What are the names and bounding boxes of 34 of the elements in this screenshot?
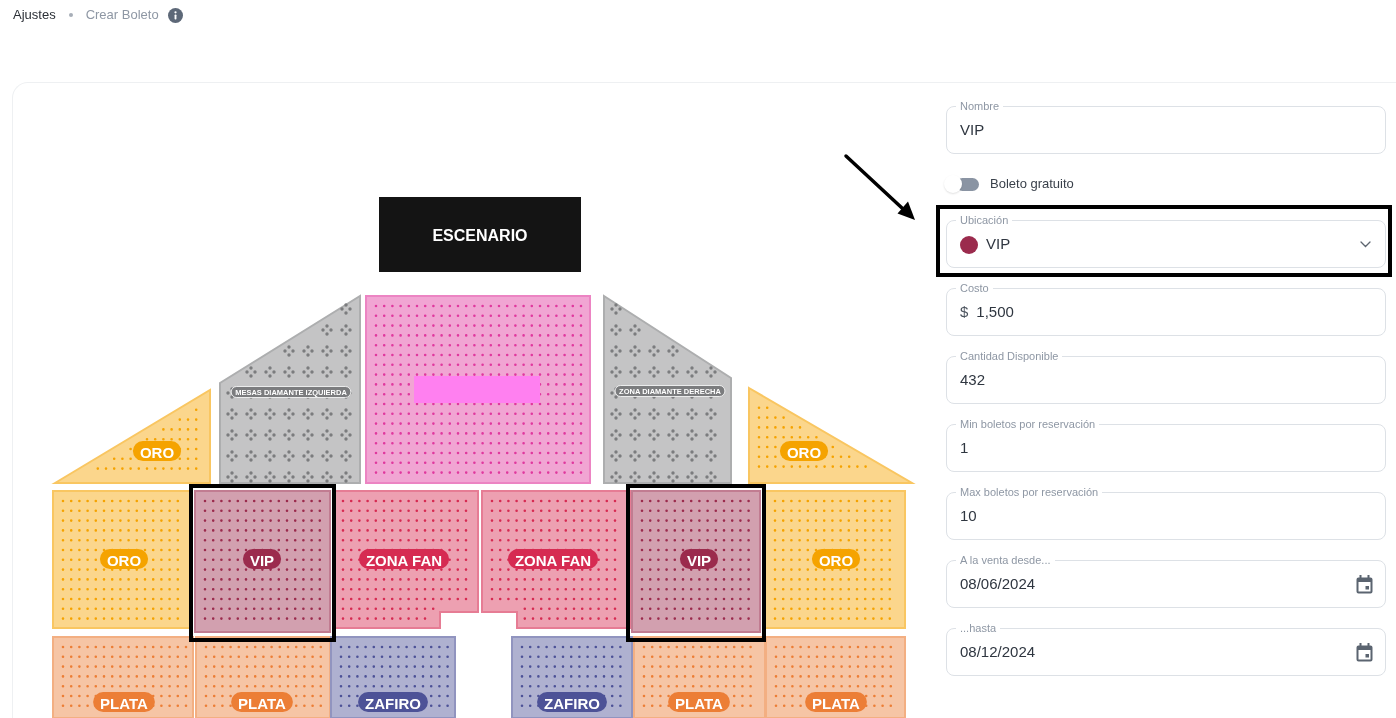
price-field[interactable]: Costo $ 1,500: [946, 282, 1386, 336]
info-icon[interactable]: [167, 7, 183, 23]
field-label: Max boletos por reservación: [959, 486, 1100, 498]
section-label: PLATA: [668, 692, 730, 712]
text-field[interactable]: Max boletos por reservación 10: [946, 486, 1386, 540]
select-field[interactable]: Ubicación VIP: [946, 214, 1386, 268]
stage: ESCENARIO: [379, 197, 581, 272]
calendar-icon[interactable]: [1356, 643, 1373, 662]
section-label: ZAFIRO: [358, 692, 428, 712]
field-label: Ubicación: [959, 214, 1010, 226]
text-field[interactable]: Nombre VIP: [946, 100, 1386, 154]
field-label: ...hasta: [959, 622, 998, 634]
date-field[interactable]: A la venta desde... 08/06/2024: [946, 554, 1386, 608]
field-label: Nombre: [959, 100, 1001, 112]
field-label: Cantidad Disponible: [959, 350, 1060, 362]
date-field[interactable]: ...hasta 08/12/2024: [946, 622, 1386, 676]
currency-prefix: $: [960, 302, 969, 323]
section-label: ZAFIRO: [537, 692, 607, 712]
chevron-down-icon[interactable]: [1360, 241, 1371, 248]
breadcrumb-current: Crear Boleto: [85, 6, 159, 25]
section-label: PLATA: [93, 692, 155, 712]
calendar-icon[interactable]: [1356, 575, 1373, 594]
section-label: PLATA: [231, 692, 293, 712]
text-field[interactable]: Cantidad Disponible 432: [946, 350, 1386, 404]
field-label: Min boletos por reservación: [959, 418, 1097, 430]
separator-dot-icon: [68, 13, 73, 17]
text-field[interactable]: Min boletos por reservación 1: [946, 418, 1386, 472]
section-label: PLATA: [805, 692, 867, 712]
toggle-label: Boleto gratuito: [990, 175, 1074, 194]
breadcrumb-link[interactable]: Ajustes: [13, 5, 56, 25]
field-label: Costo: [959, 282, 990, 294]
section-label: ZONA FAN: [507, 549, 599, 569]
field-label: A la venta desde...: [959, 554, 1052, 566]
section-label: ZONA FAN: [358, 549, 450, 569]
